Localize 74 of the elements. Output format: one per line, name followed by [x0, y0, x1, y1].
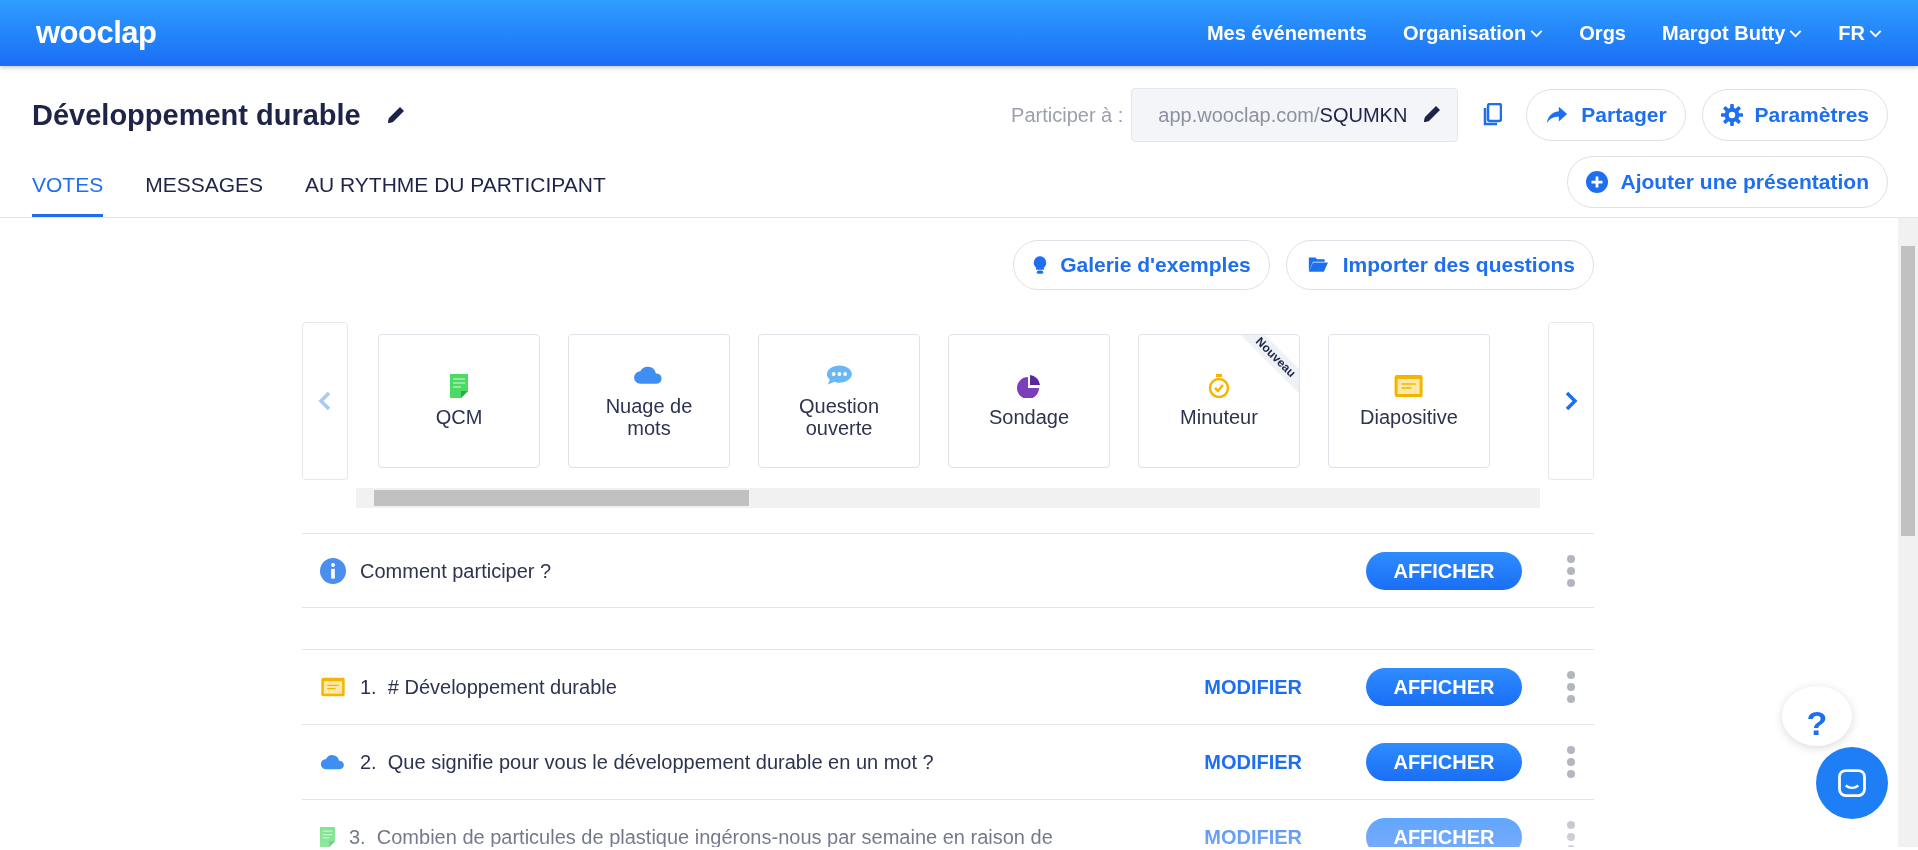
copy-button[interactable]	[1482, 102, 1503, 128]
nav-link[interactable]: FR	[1838, 18, 1882, 48]
kebab-menu-icon	[1566, 745, 1576, 779]
help-button[interactable]: ?	[1782, 686, 1852, 746]
pie-chart-icon	[1017, 374, 1041, 398]
plus-circle-icon	[1586, 171, 1609, 193]
show-button[interactable]: AFFICHER	[1366, 743, 1522, 781]
question-type-card[interactable]: Diapositive	[1328, 334, 1490, 468]
kebab-menu-icon	[1566, 670, 1576, 704]
chat-icon	[1837, 768, 1867, 798]
share-button[interactable]: Partager	[1526, 89, 1686, 141]
document-icon	[450, 374, 468, 398]
import-questions-button[interactable]: Importer des questions	[1285, 240, 1594, 290]
card-label: Question ouverte	[797, 395, 881, 439]
document-icon	[320, 827, 335, 847]
pencil-icon	[1421, 105, 1442, 125]
scrollbar-thumb[interactable]	[374, 490, 749, 506]
lightbulb-icon	[1032, 254, 1049, 276]
join-link: app.wooclap.com/SQUMKN	[1158, 103, 1408, 128]
cloud-icon	[320, 752, 346, 772]
speech-bubble-icon	[824, 363, 854, 387]
tab[interactable]: AU RYTHME DU PARTICIPANT	[305, 168, 606, 217]
card-label: QCM	[435, 406, 483, 428]
kebab-menu-icon	[1566, 553, 1576, 588]
settings-icon	[1720, 104, 1743, 126]
nav-link[interactable]: Orgs	[1579, 18, 1626, 48]
nav-link[interactable]: Margot Butty	[1662, 18, 1803, 48]
edit-link[interactable]: MODIFIER	[1204, 672, 1302, 702]
event-title: Développement durable	[32, 97, 361, 133]
scrollbar-thumb[interactable]	[1901, 246, 1915, 536]
slide-icon	[1393, 374, 1425, 398]
chevron-left-icon	[318, 391, 332, 411]
caret-down-icon	[1530, 28, 1544, 38]
nav-link[interactable]: Mes événements	[1206, 18, 1367, 48]
question-type-card[interactable]: QCM	[378, 334, 540, 468]
slide-icon	[320, 677, 346, 697]
copy-icon	[1482, 103, 1503, 128]
info-icon	[320, 557, 346, 584]
chevron-right-icon	[1564, 391, 1578, 411]
show-button[interactable]: AFFICHER	[1366, 818, 1522, 847]
settings-button[interactable]: Paramètres	[1701, 89, 1888, 141]
caret-down-icon	[1789, 28, 1803, 38]
show-button[interactable]: AFFICHER	[1366, 551, 1522, 590]
nav-link[interactable]: Organisation	[1402, 18, 1544, 48]
more-options-button[interactable]	[1566, 670, 1576, 704]
card-label: Nuage de mots	[604, 395, 694, 439]
question-text: 2. Que signifie pour vous le développement durable en un mot ?	[360, 750, 935, 775]
question-text: 1. # Développement durable	[360, 675, 618, 700]
stopwatch-icon	[1207, 374, 1231, 398]
caret-down-icon	[1869, 28, 1882, 38]
more-options-button[interactable]	[1566, 820, 1576, 847]
card-label: Sondage	[988, 406, 1070, 428]
card-label: Minuteur	[1180, 406, 1258, 428]
join-link-field[interactable]: app.wooclap.com/SQUMKN	[1131, 88, 1459, 142]
examples-gallery-button[interactable]: Galerie d'exemples	[1013, 240, 1270, 290]
question-type-card[interactable]: Sondage	[948, 334, 1110, 468]
tab[interactable]: VOTES	[32, 168, 104, 217]
add-presentation-button[interactable]: Ajouter une présentation	[1567, 156, 1888, 208]
logo[interactable]: wooclap	[36, 9, 157, 57]
kebab-menu-icon	[1566, 820, 1576, 847]
more-options-button[interactable]	[1566, 553, 1576, 588]
vertical-scrollbar[interactable]	[1898, 218, 1918, 847]
tab[interactable]: MESSAGES	[145, 168, 264, 217]
question-type-card[interactable]: Question ouverte	[758, 334, 920, 468]
join-label: Participer à :	[1011, 103, 1124, 128]
edit-link[interactable]: MODIFIER	[1204, 747, 1302, 777]
question-type-card[interactable]: Nuage de mots	[568, 334, 730, 468]
more-options-button[interactable]	[1566, 745, 1576, 779]
horizontal-scrollbar[interactable]	[356, 488, 1540, 508]
card-label: Diapositive	[1360, 406, 1458, 428]
show-button[interactable]: AFFICHER	[1366, 668, 1522, 706]
edit-link[interactable]: MODIFIER	[1204, 822, 1302, 847]
next-button[interactable]	[1548, 322, 1594, 480]
row-text: Comment participer ?	[360, 558, 553, 584]
